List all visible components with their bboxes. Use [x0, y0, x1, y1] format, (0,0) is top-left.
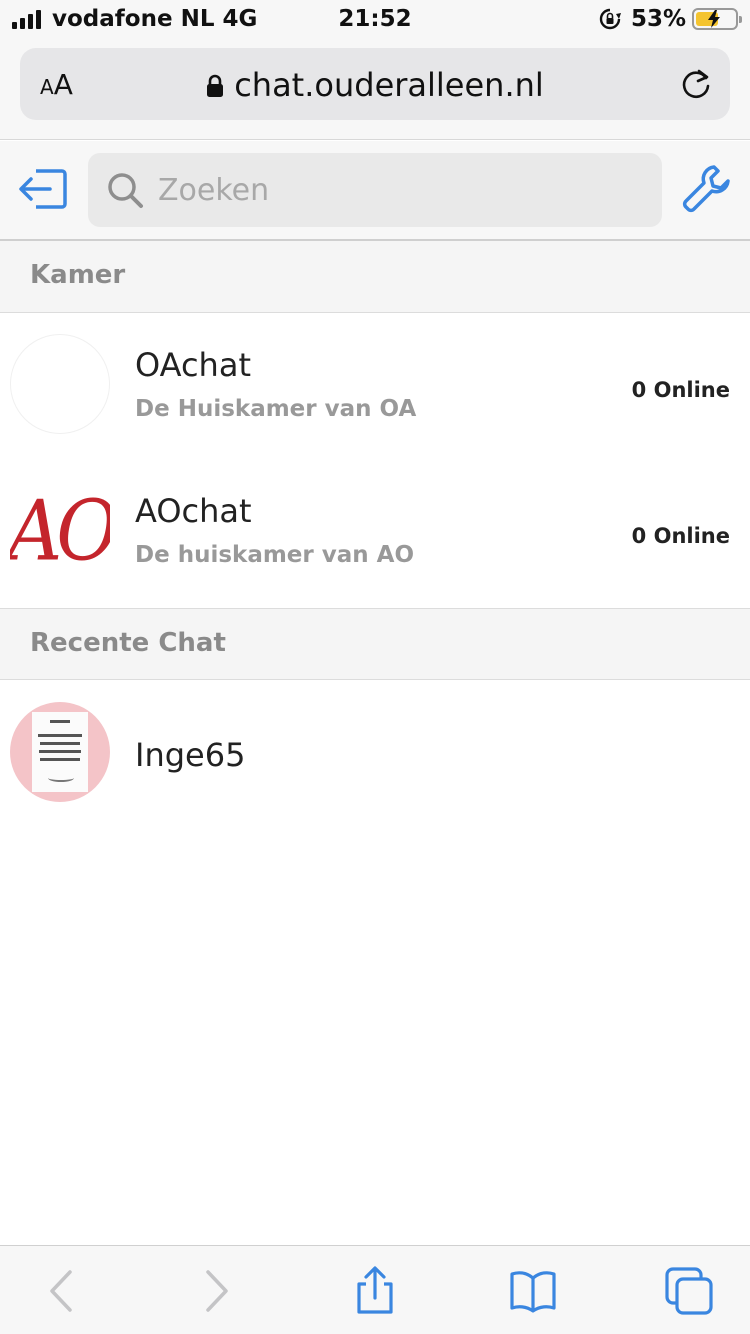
search-box[interactable]: [88, 153, 662, 227]
wrench-icon[interactable]: [680, 161, 734, 215]
forward-icon[interactable]: [192, 1266, 242, 1316]
battery-charging-icon: [692, 8, 742, 30]
ao-logo-text: AO: [10, 481, 110, 579]
reload-icon[interactable]: [678, 66, 714, 102]
url-display[interactable]: chat.ouderalleen.nl: [20, 66, 730, 104]
battery-percent: 53%: [630, 6, 686, 32]
section-title-recent: Recente Chat: [30, 628, 226, 658]
address-bar[interactable]: AA chat.ouderalleen.nl: [20, 48, 730, 120]
room-subtitle: De Huiskamer van OA: [135, 396, 417, 422]
room-subtitle: De huiskamer van AO: [135, 542, 414, 568]
avatar-picture: [32, 712, 88, 792]
bookmarks-icon[interactable]: [508, 1266, 558, 1316]
browser-address-area: AA chat.ouderalleen.nl: [0, 40, 750, 140]
recent-chat-row[interactable]: Inge65: [0, 682, 750, 828]
section-title-rooms: Kamer: [30, 260, 126, 290]
recent-chat-name: Inge65: [135, 736, 246, 774]
share-icon[interactable]: [350, 1266, 400, 1316]
browser-toolbar: [0, 1245, 750, 1334]
section-header-recent: Recente Chat: [0, 608, 750, 680]
room-row-oachat[interactable]: OAchat De Huiskamer van OA 0 Online: [0, 314, 750, 460]
user-avatar: [10, 702, 110, 802]
tabs-icon[interactable]: [664, 1266, 714, 1316]
room-row-aochat[interactable]: AO AOchat De huiskamer van AO 0 Online: [0, 460, 750, 606]
room-name: AOchat: [135, 492, 252, 530]
search-icon: [108, 173, 143, 208]
search-input[interactable]: [158, 163, 638, 217]
room-avatar-ao-logo: AO: [10, 480, 110, 580]
room-online-count: 0 Online: [631, 378, 730, 402]
url-text: chat.ouderalleen.nl: [234, 66, 544, 104]
room-name: OAchat: [135, 346, 251, 384]
app-header: [0, 141, 750, 241]
room-online-count: 0 Online: [631, 524, 730, 548]
status-bar: vodafone NL 4G 21:52 53%: [0, 0, 750, 40]
logout-icon[interactable]: [16, 163, 70, 215]
status-right: 53%: [599, 6, 742, 32]
lock-icon: [207, 74, 224, 97]
section-header-rooms: Kamer: [0, 241, 750, 313]
rotation-lock-icon: [599, 8, 621, 30]
room-avatar: [10, 334, 110, 434]
back-icon[interactable]: [36, 1266, 86, 1316]
